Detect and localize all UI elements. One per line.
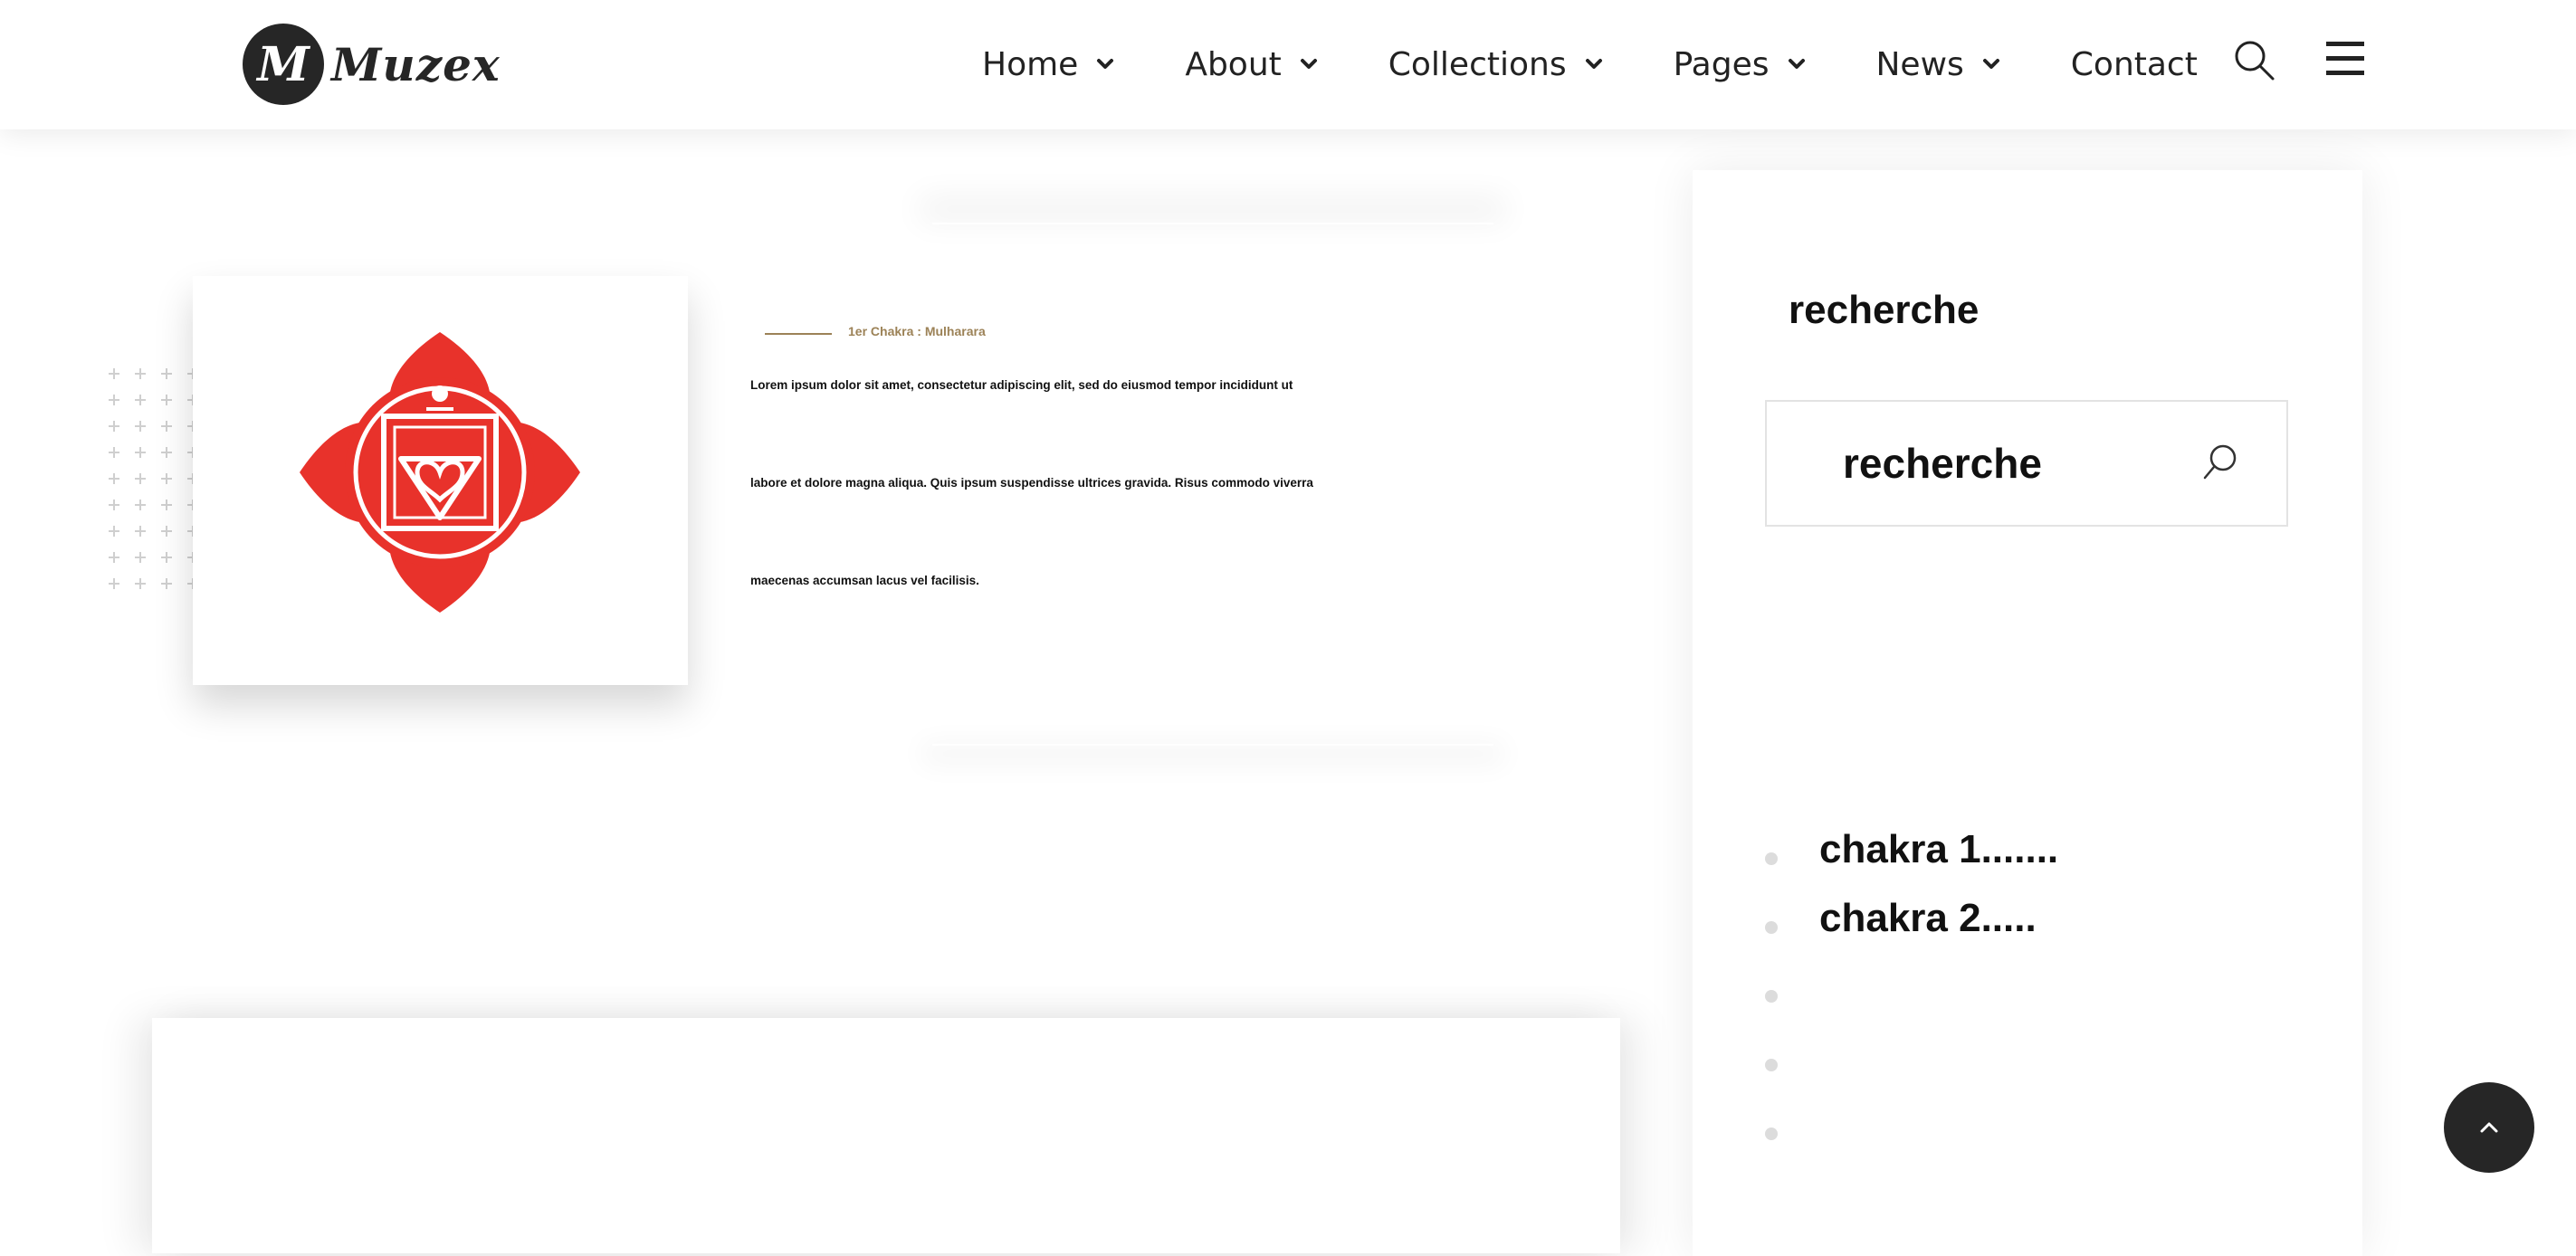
sidebar-link[interactable]: chakra 2..... <box>1819 896 2037 941</box>
decorative-plus-pattern <box>108 368 197 590</box>
card-shadow-top <box>932 223 1493 224</box>
logo-mark: M <box>243 24 324 105</box>
chevron-down-icon <box>1585 59 1602 69</box>
nav-news-label: News <box>1875 45 1964 83</box>
article-paragraph: labore et dolore magna aliqua. Quis ipsu… <box>750 476 1313 490</box>
article-tag-rule <box>765 333 832 335</box>
sidebar-search-box <box>1765 400 2288 527</box>
site-header: M Muzex Home About Collections Pages New… <box>0 0 2576 129</box>
article-tag: 1er Chakra : Mulharara <box>848 324 986 338</box>
article-paragraph: maecenas accumsan lacus vel facilisis. <box>750 574 979 587</box>
bullet-icon <box>1765 1128 1778 1140</box>
chevron-down-icon <box>1300 59 1317 69</box>
search-icon[interactable] <box>2232 38 2275 81</box>
bullet-icon <box>1765 1059 1778 1071</box>
site-logo[interactable]: M Muzex <box>243 24 501 105</box>
sidebar: recherche chakra 1....... chakra 2..... <box>1693 170 2362 1256</box>
nav-pages[interactable]: Pages <box>1674 46 1806 83</box>
nav-news[interactable]: News <box>1876 46 2000 83</box>
back-to-top-button[interactable] <box>2444 1082 2534 1173</box>
nav-pages-label: Pages <box>1673 45 1770 83</box>
chevron-down-icon <box>1982 59 1999 69</box>
sidebar-link[interactable]: chakra 1....... <box>1819 827 2058 872</box>
article-paragraph: Lorem ipsum dolor sit amet, consectetur … <box>750 378 1293 392</box>
chakra-image <box>193 276 688 685</box>
chevron-down-icon <box>1097 59 1114 69</box>
nav-home[interactable]: Home <box>982 46 1114 83</box>
nav-contact-label: Contact <box>2070 45 2198 83</box>
card-shadow-bottom <box>932 744 1493 746</box>
logo-text: Muzex <box>331 37 501 91</box>
nav-about-label: About <box>1185 45 1282 83</box>
bullet-icon <box>1765 852 1778 865</box>
main-nav: Home About Collections Pages News Contac… <box>982 40 2198 89</box>
bullet-icon <box>1765 990 1778 1003</box>
chevron-up-icon <box>2480 1122 2498 1133</box>
sidebar-search-title: recherche <box>1789 288 1980 332</box>
content-panel <box>152 1018 1620 1253</box>
sidebar-search-input[interactable] <box>1843 436 2187 490</box>
nav-home-label: Home <box>982 45 1079 83</box>
bullet-icon <box>1765 921 1778 934</box>
nav-about[interactable]: About <box>1185 46 1317 83</box>
chevron-down-icon <box>1788 59 1805 69</box>
nav-contact[interactable]: Contact <box>2071 46 2198 83</box>
nav-collections-label: Collections <box>1388 45 1567 83</box>
muladhara-chakra-icon <box>300 332 580 613</box>
nav-collections[interactable]: Collections <box>1388 46 1603 83</box>
hamburger-menu-icon[interactable] <box>2326 38 2364 80</box>
search-icon[interactable] <box>2201 442 2243 483</box>
